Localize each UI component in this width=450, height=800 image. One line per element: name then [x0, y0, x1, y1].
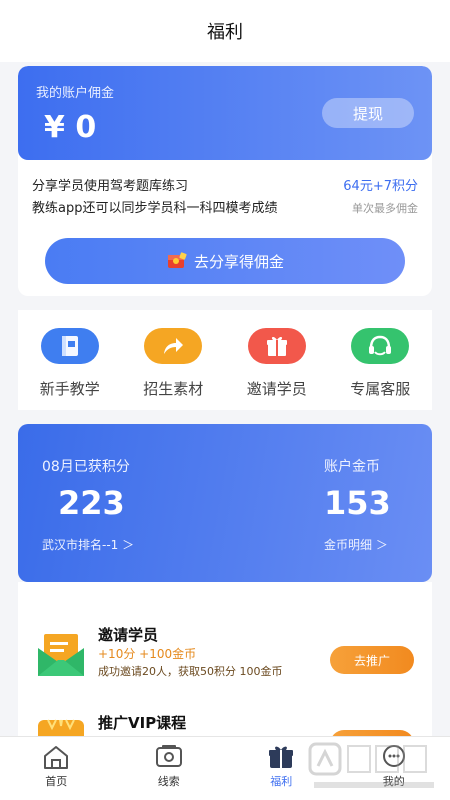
account-commission-amount: ¥ 0	[44, 110, 97, 145]
task-list: 邀请学员 +10分 +100金币 成功邀请20人，获取50积分 100金币 去推…	[18, 582, 432, 742]
home-icon	[44, 746, 69, 769]
tab-home-label: 首页	[45, 775, 68, 788]
share-earn-label: 去分享得佣金	[193, 252, 284, 271]
month-points-value: 223	[58, 484, 125, 522]
promo-line-2: 教练app还可以同步学员科一科四模考成绩	[32, 201, 278, 216]
envelope-icon	[38, 634, 84, 676]
gift-icon	[247, 328, 306, 364]
menu-item-invite[interactable]: 邀请学员	[225, 310, 329, 410]
menu-item-support-label: 专属客服	[350, 380, 411, 398]
menu-item-support[interactable]: 专属客服	[329, 310, 433, 410]
promote-button[interactable]: 去推广	[330, 646, 414, 674]
withdraw-button[interactable]: 提现	[322, 98, 414, 128]
reward-amount: 64元+7积分	[343, 179, 418, 194]
task-description: 成功邀请20人，获取50积分 100金币	[98, 665, 283, 678]
menu-item-tutorial-label: 新手教学	[39, 380, 100, 398]
task-title: 邀请学员	[98, 626, 159, 644]
account-commission-panel: 我的账户佣金 ¥ 0 提现	[18, 66, 432, 160]
red-envelope-icon	[167, 252, 187, 268]
tab-leads-label: 线索	[157, 775, 180, 788]
points-card: 08月已获积分 223 武汉市排名--1 ＞ 账户金币 153 金币明细 ＞	[18, 424, 432, 582]
share-earn-button[interactable]: 去分享得佣金	[45, 238, 405, 284]
reward-note: 单次最多佣金	[352, 202, 418, 215]
reward-info: 64元+7积分 单次最多佣金	[343, 176, 418, 220]
top-bar: 福利	[0, 0, 450, 62]
leads-icon	[155, 745, 182, 767]
promo-line-1: 分享学员使用驾考题库练习	[32, 179, 189, 194]
tab-home[interactable]: 首页	[0, 737, 113, 800]
watermark-logo	[308, 742, 434, 788]
page-title: 福利	[207, 22, 243, 43]
quick-menu: 新手教学 招生素材 邀请学员 专属客服	[18, 310, 432, 410]
task-title: 推广VIP课程	[98, 714, 187, 732]
welfare-icon	[269, 746, 294, 768]
promo-description: 分享学员使用驾考题库练习 教练app还可以同步学员科一科四模考成绩	[32, 176, 277, 220]
menu-item-invite-label: 邀请学员	[246, 380, 307, 398]
menu-item-materials[interactable]: 招生素材	[122, 310, 226, 410]
coins-label: 账户金币	[324, 459, 380, 475]
menu-item-materials-label: 招生素材	[143, 380, 204, 398]
city-rank-link[interactable]: 武汉市排名--1 ＞	[42, 536, 134, 553]
tab-welfare-label: 福利	[270, 775, 293, 788]
commission-card: 我的账户佣金 ¥ 0 提现 分享学员使用驾考题库练习 教练app还可以同步学员科…	[18, 66, 432, 296]
tab-leads[interactable]: 线索	[113, 737, 226, 800]
month-points-label: 08月已获积分	[42, 459, 130, 475]
book-icon	[40, 328, 99, 364]
coins-value: 153	[324, 484, 391, 522]
coins-detail-link[interactable]: 金币明细 ＞	[324, 536, 388, 553]
menu-item-tutorial[interactable]: 新手教学	[18, 310, 122, 410]
share-arrow-icon	[144, 328, 203, 364]
headset-icon	[351, 328, 410, 364]
account-commission-label: 我的账户佣金	[36, 86, 115, 101]
task-reward: +10分 +100金币	[98, 647, 197, 661]
